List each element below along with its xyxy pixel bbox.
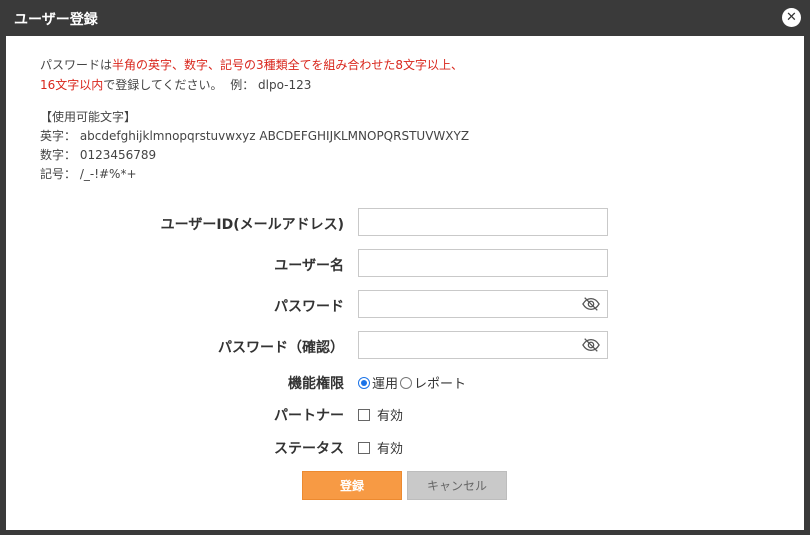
register-button[interactable]: 登録 (302, 471, 402, 500)
partner-checkbox-label[interactable]: 有効 (377, 405, 403, 424)
eye-off-icon[interactable] (582, 337, 600, 353)
notice-warning-text: 半角の英字、数字、記号の3種類全てを組み合わせた8文字以上、 (112, 58, 464, 72)
status-checkbox[interactable] (358, 441, 370, 454)
password-label: パスワード (274, 299, 344, 315)
allowed-letters: 英字： abcdefghijklmnopqrstuvwxyz ABCDEFGHI… (40, 129, 470, 143)
partner-option: 有効 (358, 405, 403, 424)
notice-example: 例： dlpo-123 (230, 78, 312, 92)
eye-off-icon[interactable] (582, 296, 600, 312)
status-checkbox-label[interactable]: 有効 (377, 438, 403, 457)
user-name-input[interactable] (358, 249, 608, 277)
partner-label: パートナー (274, 408, 344, 424)
user-name-label: ユーザー名 (274, 258, 344, 274)
partner-checkbox[interactable] (358, 408, 370, 421)
dialog-title: ユーザー登録 (14, 12, 98, 28)
cancel-button[interactable]: キャンセル (407, 471, 507, 500)
permission-radio-group: 運用 レポート (358, 373, 466, 392)
allowed-digits: 数字： 0123456789 (40, 148, 157, 162)
user-id-label: ユーザーID(メールアドレス) (160, 217, 344, 233)
password-confirm-label: パスワード（確認） (218, 340, 344, 356)
status-label: ステータス (274, 441, 344, 457)
notice-text: パスワードは (40, 58, 113, 72)
allowed-symbols: 記号： /_-!#%*+ (40, 167, 137, 181)
user-id-input[interactable] (358, 208, 608, 236)
radio-report[interactable] (400, 376, 413, 389)
allowed-characters: 【使用可能文字】 英字： abcdefghijklmnopqrstuvwxyz … (40, 108, 469, 184)
password-confirm-field[interactable] (358, 331, 608, 359)
close-icon[interactable]: ✕ (782, 8, 801, 27)
dialog-titlebar: ユーザー登録 ✕ (0, 0, 810, 36)
radio-operation-label[interactable]: 運用 (372, 373, 398, 392)
radio-operation[interactable] (358, 376, 370, 389)
allowed-chars-heading: 【使用可能文字】 (40, 110, 137, 124)
notice-text: で登録してください。 (103, 78, 223, 92)
password-field[interactable] (358, 290, 608, 318)
notice-warning-text: 16文字以内 (40, 78, 104, 92)
permission-label: 機能権限 (288, 376, 344, 392)
status-option: 有効 (358, 438, 403, 457)
dialog-body: パスワードは半角の英字、数字、記号の3種類全てを組み合わせた8文字以上、 16文… (6, 36, 804, 530)
password-notice: パスワードは半角の英字、数字、記号の3種類全てを組み合わせた8文字以上、 16文… (40, 55, 463, 95)
radio-report-label[interactable]: レポート (414, 373, 466, 392)
